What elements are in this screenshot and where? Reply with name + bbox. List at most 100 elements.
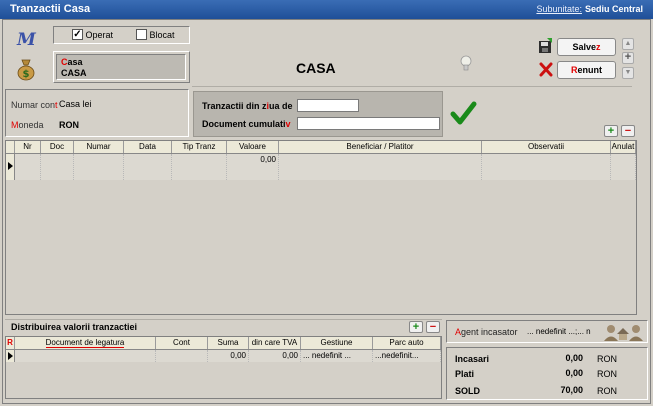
col-observatii[interactable]: Observatii (482, 141, 611, 153)
distribution-row-indicator (6, 350, 15, 362)
col-suma[interactable]: Suma (208, 337, 249, 349)
agent-label: Agent incasator (455, 327, 518, 337)
cell-doc[interactable] (41, 154, 74, 180)
document-input[interactable] (297, 117, 440, 130)
scroll-up-icon[interactable]: ▲ (622, 38, 634, 50)
add-distribution-icon[interactable]: + (409, 321, 423, 333)
svg-text:M: M (16, 30, 37, 49)
table-header: Nr Doc Numar Data Tip Tranz Valoare Bene… (6, 141, 636, 154)
separator (192, 86, 632, 87)
cell-nr[interactable] (15, 154, 41, 180)
cell-anulat[interactable] (611, 154, 636, 180)
criteria-panel: Tranzactii din ziua de Document cumulati… (193, 91, 443, 137)
operat-checkbox[interactable]: ✓ Operat (72, 29, 114, 41)
incasari-label: Incasari (455, 354, 490, 364)
col-beneficiar[interactable]: Beneficiar / Platitor (279, 141, 482, 153)
distribution-row[interactable]: 0,00 0,00 ... nedefinit ... ...nedefinit… (6, 350, 441, 362)
window-title: Tranzactii Casa (10, 3, 91, 15)
cell-tip[interactable] (172, 154, 227, 180)
plati-currency: RON (597, 369, 617, 379)
cont-value[interactable]: Casa lei (59, 99, 92, 109)
title-bar: Tranzactii Casa Subunitate: Sediu Central (0, 0, 653, 19)
account-box-outer: Casa CASA (53, 51, 190, 83)
blocat-label: Blocat (149, 30, 175, 40)
save-disk-icon (538, 38, 553, 54)
distribution-table: R Document de legatura Cont Suma din car… (5, 336, 442, 399)
day-label: Tranzactii din ziua de (202, 101, 293, 111)
lightbulb-icon[interactable] (459, 55, 473, 73)
blocat-checkbox[interactable]: Blocat (136, 29, 175, 41)
plati-value: 0,00 (565, 368, 583, 378)
sold-label: SOLD (455, 386, 481, 396)
col-nr[interactable]: Nr (15, 141, 41, 153)
table-row[interactable]: 0,00 (6, 154, 636, 180)
cell-observatii[interactable] (482, 154, 611, 180)
document-label: Document cumulativ (202, 119, 291, 129)
add-small-icon[interactable]: + (622, 52, 634, 64)
cell-data[interactable] (124, 154, 172, 180)
col-parc-auto[interactable]: Parc auto (373, 337, 441, 349)
cell-parc-auto[interactable]: ...nedefinit... (373, 350, 441, 362)
svg-text:$: $ (23, 69, 30, 80)
col-data[interactable]: Data (124, 141, 172, 153)
row-indicator (6, 154, 15, 180)
sold-value: 70,00 (560, 385, 583, 395)
col-anulat[interactable]: Anulat (611, 141, 636, 153)
operat-check-icon: ✓ (72, 29, 83, 41)
subunit-indicator[interactable]: Subunitate: Sediu Central (536, 4, 643, 14)
scroll-down-icon[interactable]: ▼ (622, 67, 634, 79)
moneda-label: Moneda (11, 120, 44, 130)
col-document-legatura[interactable]: Document de legatura (15, 337, 156, 349)
m-logo-icon: M (16, 29, 40, 50)
cell-numar[interactable] (74, 154, 124, 180)
subunit-label: Subunitate: (536, 4, 582, 14)
account-line2: CASA (61, 68, 87, 78)
operat-label: Operat (85, 30, 114, 40)
page-heading: CASA (296, 60, 336, 76)
plati-label: Plati (455, 369, 475, 379)
distribution-marker: R (6, 337, 15, 349)
cell-beneficiar[interactable] (279, 154, 482, 180)
subunit-value: Sediu Central (584, 4, 643, 14)
account-line1: Casa (61, 57, 83, 67)
cont-label: Numar cont (11, 100, 58, 110)
filter-bar: ✓ Operat Blocat (53, 26, 190, 44)
cell-gestiune[interactable]: ... nedefinit ... (301, 350, 373, 362)
col-cont[interactable]: Cont (156, 337, 208, 349)
col-gestiune[interactable]: Gestiune (301, 337, 373, 349)
cell-tva[interactable]: 0,00 (249, 350, 301, 362)
incasari-value: 0,00 (565, 353, 583, 363)
transactions-table: Nr Doc Numar Data Tip Tranz Valoare Bene… (5, 140, 637, 315)
agents-icon[interactable] (599, 322, 647, 342)
distribution-header: R Document de legatura Cont Suma din car… (6, 337, 441, 350)
moneda-value[interactable]: RON (59, 120, 79, 130)
cell-document-legatura[interactable] (15, 350, 156, 362)
col-tva[interactable]: din care TVA (249, 337, 301, 349)
cancel-x-icon (539, 62, 553, 77)
cancel-button[interactable]: Renunt (557, 61, 616, 79)
col-tip-tranz[interactable]: Tip Tranz (172, 141, 227, 153)
blocat-box-icon (136, 29, 147, 41)
add-row-icon[interactable]: + (604, 125, 618, 137)
confirm-check-icon[interactable] (450, 100, 477, 127)
agent-value[interactable]: ... nedefinit ...;... n (527, 327, 591, 336)
col-doc[interactable]: Doc (41, 141, 74, 153)
remove-row-icon[interactable]: − (621, 125, 635, 137)
distribution-separator (5, 319, 442, 320)
cell-cont[interactable] (156, 350, 208, 362)
col-numar[interactable]: Numar (74, 141, 124, 153)
agent-panel: Agent incasator ... nedefinit ...;... n (446, 320, 648, 343)
info-panel: Numar cont Casa lei Moneda RON (5, 89, 189, 137)
remove-distribution-icon[interactable]: − (426, 321, 440, 333)
day-input[interactable] (297, 99, 359, 112)
totals-panel: Incasari 0,00 RON Plati 0,00 RON SOLD 70… (446, 347, 648, 400)
money-bag-icon: $ (15, 57, 37, 81)
cell-valoare[interactable]: 0,00 (227, 154, 279, 180)
row-indicator-header (6, 141, 15, 153)
sold-currency: RON (597, 386, 617, 396)
incasari-currency: RON (597, 354, 617, 364)
cell-suma[interactable]: 0,00 (208, 350, 249, 362)
save-button[interactable]: Salvez (557, 38, 616, 56)
col-valoare[interactable]: Valoare (227, 141, 279, 153)
account-selector[interactable]: Casa CASA (56, 54, 186, 80)
